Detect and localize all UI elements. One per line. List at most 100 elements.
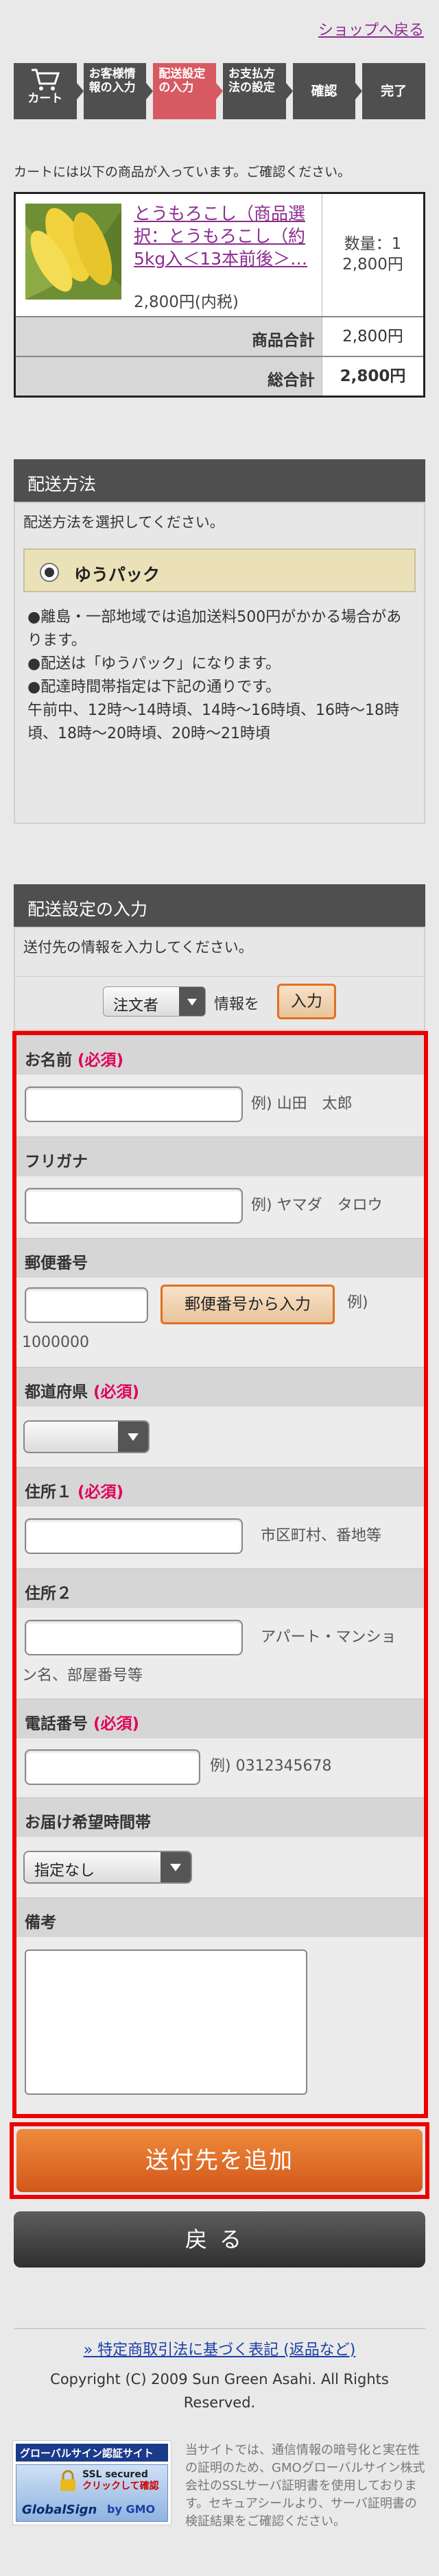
chevron-down-icon bbox=[118, 1422, 148, 1452]
memo-label: 備考 bbox=[16, 1897, 424, 1937]
name-input[interactable] bbox=[25, 1086, 243, 1122]
lock-icon bbox=[60, 2470, 75, 2491]
prefecture-select[interactable] bbox=[23, 1420, 150, 1453]
required-mark: (必須) bbox=[78, 1052, 124, 1069]
cart-item-row: とうもろこし（商品選択：とうもろこし（約5kg入＜13本前後＞… 2,800円(… bbox=[16, 194, 423, 316]
product-quantity: 数量：1 2,800円 bbox=[322, 194, 423, 316]
product-price: 2,800円(内税) bbox=[134, 293, 239, 311]
shipping-note: 午前中、12時〜14時頃、14時〜16時頃、16時〜18時頃、18時〜20時頃、… bbox=[27, 702, 399, 742]
delivery-settings-desc: 送付先の情報を入力してください。 bbox=[23, 939, 253, 956]
seal-body: SSL secured クリックして確認 GlobalSign by GMO bbox=[16, 2464, 168, 2522]
seal-ssl-text: SSL secured クリックして確認 bbox=[82, 2469, 159, 2492]
shipping-note: ●配送は「ゆうパック」になります。 bbox=[27, 655, 281, 672]
kana-row: 例) ヤマダ タロウ bbox=[16, 1176, 424, 1238]
shipping-notes: ●離島・一部地域では追加送料500円がかかる場合があります。 ●配送は「ゆうパッ… bbox=[27, 606, 412, 746]
subtotal-value: 2,800円 bbox=[322, 317, 423, 356]
address1-input[interactable] bbox=[25, 1518, 243, 1554]
quantity-price: 2,800円 bbox=[342, 256, 403, 274]
address1-label: 住所１ (必須) bbox=[16, 1467, 424, 1507]
address2-input[interactable] bbox=[25, 1620, 243, 1655]
page: ショップへ戻る カート お客様情報の入力 配送設定の入力 お支払方法の設定 確認… bbox=[0, 0, 439, 2576]
zip-hint-prefix: 例) bbox=[347, 1294, 368, 1311]
tel-input[interactable] bbox=[25, 1749, 200, 1785]
seal-title: グローバルサイン認証サイト bbox=[16, 2444, 168, 2462]
fill-orderer-button[interactable]: 入力 bbox=[277, 984, 336, 1019]
checkout-steps: カート お客様情報の入力 配送設定の入力 お支払方法の設定 確認 完了 bbox=[14, 63, 425, 119]
total-value: 2,800円 bbox=[322, 357, 423, 396]
prefecture-label: 都道府県 (必須) bbox=[16, 1367, 424, 1407]
required-mark: (必須) bbox=[78, 1483, 124, 1501]
seal-ssl-line1: SSL secured bbox=[82, 2469, 148, 2480]
cart-note: カートには以下の商品が入っています。ご確認ください。 bbox=[14, 165, 351, 180]
step-customer-info: お客様情報の入力 bbox=[83, 63, 153, 119]
product-image[interactable] bbox=[25, 204, 121, 300]
address1-label-text: 住所１ bbox=[25, 1483, 72, 1501]
shipping-method-box: 配送方法を選択してください。 ゆうパック ●離島・一部地域では追加送料500円が… bbox=[14, 502, 425, 824]
required-mark: (必須) bbox=[93, 1383, 140, 1401]
delivery-time-select[interactable]: 指定なし bbox=[23, 1851, 192, 1884]
zip-label: 郵便番号 bbox=[16, 1238, 424, 1278]
add-destination-highlight: 送付先を追加 bbox=[10, 2122, 429, 2199]
required-mark: (必須) bbox=[93, 1715, 140, 1733]
name-label: お名前 (必須) bbox=[16, 1035, 424, 1075]
address2-label: 住所２ bbox=[16, 1568, 424, 1608]
product-name-link[interactable]: とうもろこし（商品選択：とうもろこし（約5kg入＜13本前後＞… bbox=[134, 202, 333, 270]
prefecture-label-text: 都道府県 bbox=[25, 1383, 88, 1401]
chevron-down-icon bbox=[179, 987, 205, 1016]
tel-row: 例) 0312345678 bbox=[16, 1738, 424, 1797]
shipping-option-yupack[interactable]: ゆうパック bbox=[23, 548, 416, 592]
seal-ssl-line2: クリックして確認 bbox=[82, 2481, 159, 2492]
memo-row bbox=[16, 1937, 424, 2114]
delivery-time-label: お届け希望時間帯 bbox=[16, 1797, 424, 1837]
shipping-note: ●配達時間帯指定は下記の通りです。 bbox=[27, 679, 281, 696]
total-label: 総合計 bbox=[268, 372, 315, 389]
delivery-time-row: 指定なし bbox=[16, 1837, 424, 1897]
delivery-time-value: 指定なし bbox=[34, 1862, 95, 1880]
step-complete: 完了 bbox=[362, 63, 425, 119]
address1-hint: 市区町村、番地等 bbox=[261, 1527, 382, 1544]
info-label: 情報を bbox=[214, 996, 260, 1013]
step-cart: カート bbox=[14, 63, 84, 119]
cart-icon bbox=[31, 69, 60, 90]
address2-row: アパート・マンショ ン名、部屋番号等 bbox=[16, 1608, 424, 1699]
step-label: カート bbox=[27, 92, 63, 106]
zip-hint-example: 1000000 bbox=[22, 1334, 89, 1351]
tel-label: 電話番号 (必須) bbox=[16, 1699, 424, 1738]
copyright: Copyright (C) 2009 Sun Green Asahi. All … bbox=[50, 2371, 389, 2411]
orderer-row: 注文者 情報を 入力 bbox=[15, 976, 424, 1024]
globalsign-seal[interactable]: グローバルサイン認証サイト SSL secured クリックして確認 Globa… bbox=[12, 2440, 171, 2525]
shipping-method-header: 配送方法 bbox=[14, 459, 425, 502]
commercial-law-link[interactable]: » 特定商取引法に基づく表記 (返品など) bbox=[0, 2337, 439, 2359]
back-button[interactable]: 戻る bbox=[14, 2211, 425, 2268]
add-destination-button[interactable]: 送付先を追加 bbox=[16, 2129, 423, 2192]
tel-label-text: 電話番号 bbox=[25, 1715, 88, 1733]
step-delivery-settings: 配送設定の入力 bbox=[153, 63, 223, 119]
memo-textarea[interactable] bbox=[25, 1949, 307, 2095]
delivery-settings-box: 送付先の情報を入力してください。 注文者 情報を 入力 bbox=[14, 927, 425, 1031]
shipping-note: ●離島・一部地域では追加送料500円がかかる場合があります。 bbox=[27, 609, 402, 649]
kana-input[interactable] bbox=[25, 1188, 243, 1224]
orderer-select[interactable]: 注文者 bbox=[103, 986, 206, 1017]
subtotal-label: 商品合計 bbox=[252, 332, 315, 350]
address2-hint-line2: ン名、部屋番号等 bbox=[22, 1667, 143, 1684]
kana-hint: 例) ヤマダ タロウ bbox=[251, 1197, 383, 1214]
seal-by: by GMO bbox=[107, 2503, 156, 2516]
address2-hint-line1: アパート・マンショ bbox=[261, 1629, 396, 1646]
shipping-radio[interactable] bbox=[40, 563, 59, 582]
quantity-label: 数量：1 bbox=[344, 235, 402, 253]
footer-divider bbox=[14, 2328, 425, 2329]
prefecture-row bbox=[16, 1407, 424, 1467]
shipping-method-desc: 配送方法を選択してください。 bbox=[23, 514, 224, 531]
step-confirm: 確認 bbox=[292, 63, 362, 119]
zip-row: 郵便番号から入力 例) 1000000 bbox=[16, 1278, 424, 1367]
name-label-text: お名前 bbox=[25, 1052, 72, 1069]
zip-input[interactable] bbox=[25, 1287, 148, 1323]
kana-label: フリガナ bbox=[16, 1137, 424, 1176]
zip-lookup-button[interactable]: 郵便番号から入力 bbox=[161, 1285, 335, 1324]
back-to-shop-link[interactable]: ショップへ戻る bbox=[318, 18, 424, 40]
address1-row: 市区町村、番地等 bbox=[16, 1507, 424, 1568]
shipping-option-label: ゆうパック bbox=[74, 565, 161, 585]
step-payment: お支払方法の設定 bbox=[223, 63, 293, 119]
seal-brand: GlobalSign bbox=[22, 2503, 97, 2517]
tel-hint: 例) 0312345678 bbox=[210, 1758, 332, 1775]
